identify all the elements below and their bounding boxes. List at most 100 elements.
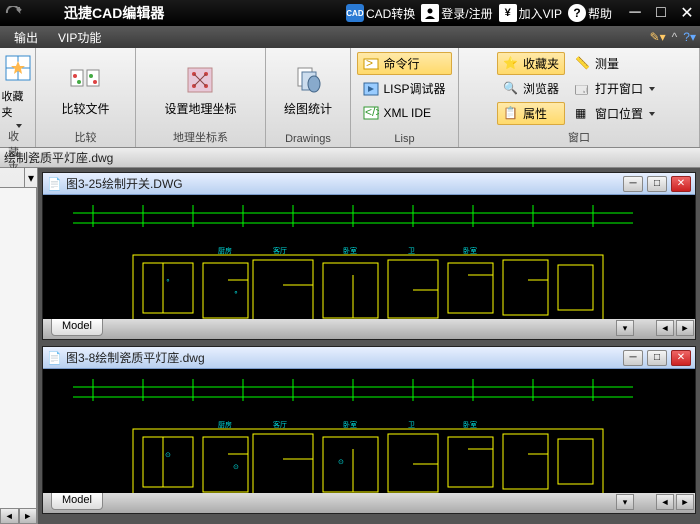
cad-canvas[interactable]: 厨房 客厅 卧室 卫 卧室 ⚬ ⚬ bbox=[43, 195, 695, 319]
doc-minimize-button[interactable]: ─ bbox=[623, 350, 643, 366]
svg-text:卫: 卫 bbox=[408, 247, 415, 255]
ribbon: 收藏夹 收藏夹 比较文件 比较 设置地理坐标 地理坐标系 绘图统计 Drawin… bbox=[0, 48, 700, 148]
doc-maximize-button[interactable]: □ bbox=[647, 350, 667, 366]
svg-text:⚬: ⚬ bbox=[233, 290, 239, 297]
content-area: ▾ ◄► 📄 图3-25绘制开关.DWG ─ □ ✕ bbox=[0, 168, 700, 524]
help-small-icon[interactable]: ?▾ bbox=[683, 30, 696, 44]
document-window: 📄 图3-8绘制瓷质平灯座.dwg ─ □ ✕ 厨房 客厅 卧室 卫 卧室 ⊙ ⊙ ⊙ bbox=[42, 346, 696, 514]
close-button[interactable]: ✕ bbox=[678, 4, 696, 22]
svg-text:厨房: 厨房 bbox=[218, 246, 232, 255]
edit-icon[interactable]: ✎▾ bbox=[650, 30, 666, 44]
vip-button[interactable]: ¥ 加入VIP bbox=[499, 4, 562, 22]
svg-text:⚬: ⚬ bbox=[165, 278, 171, 285]
layout-icon: ▦ bbox=[575, 106, 591, 122]
path-bar: 绘制瓷质平灯座.dwg bbox=[0, 148, 700, 168]
yen-icon: ¥ bbox=[499, 4, 517, 22]
lisp-debugger-button[interactable]: LISP调试器 bbox=[357, 77, 451, 100]
panel-right-arrow[interactable]: ► bbox=[19, 508, 38, 524]
title-bar: 迅捷CAD编辑器 CAD CAD转换 登录/注册 ¥ 加入VIP ? 帮助 ─ … bbox=[0, 0, 700, 26]
properties-icon: 📋 bbox=[503, 106, 519, 122]
panel-left-arrow[interactable]: ◄ bbox=[0, 508, 19, 524]
svg-text:卧室: 卧室 bbox=[343, 420, 357, 429]
doc-title: 图3-8绘制瓷质平灯座.dwg bbox=[66, 349, 619, 366]
drawings-icon bbox=[292, 64, 324, 96]
tab-vip[interactable]: VIP功能 bbox=[48, 27, 111, 48]
favorites-icon bbox=[2, 52, 34, 84]
svg-text:卫: 卫 bbox=[408, 421, 415, 429]
doc-maximize-button[interactable]: □ bbox=[647, 176, 667, 192]
geo-icon bbox=[184, 64, 216, 96]
browser-button[interactable]: 🔍浏览器 bbox=[497, 77, 565, 100]
svg-text:卧室: 卧室 bbox=[343, 246, 357, 255]
cmdline-button[interactable]: >_命令行 bbox=[357, 52, 451, 75]
open-window-button[interactable]: 🗔打开窗口 bbox=[569, 77, 661, 100]
dropdown-icon[interactable]: ▾ bbox=[25, 168, 37, 187]
current-file-path: 绘制瓷质平灯座.dwg bbox=[4, 149, 113, 166]
document-area: 📄 图3-25绘制开关.DWG ─ □ ✕ 厨房客厅卧室卫卧室⚬⚬ bbox=[38, 168, 700, 524]
doc-close-button[interactable]: ✕ bbox=[671, 176, 691, 192]
minimize-button[interactable]: ─ bbox=[626, 4, 644, 22]
svg-text:</>: </> bbox=[365, 105, 379, 119]
svg-text:客厅: 客厅 bbox=[273, 246, 287, 255]
doc-bottom-bar: Model ▾ ◄ ► bbox=[43, 493, 695, 513]
geo-button[interactable]: 设置地理坐标 bbox=[164, 52, 236, 128]
doc-close-button[interactable]: ✕ bbox=[671, 350, 691, 366]
redo-icon[interactable] bbox=[4, 3, 24, 23]
panel-scroll[interactable] bbox=[0, 188, 37, 508]
cad-convert-button[interactable]: CAD CAD转换 bbox=[346, 4, 415, 22]
left-panel: ▾ ◄► bbox=[0, 168, 38, 524]
favorites-big-button[interactable]: 收藏夹 bbox=[2, 52, 34, 128]
star-icon: ⭐ bbox=[503, 56, 519, 72]
drawings-button[interactable]: 绘图统计 bbox=[284, 52, 332, 128]
browser-icon: 🔍 bbox=[503, 81, 519, 97]
doc-bottom-bar: Model ▾ ◄ ► bbox=[43, 319, 695, 339]
properties-button[interactable]: 📋属性 bbox=[497, 102, 565, 125]
svg-text:⊙: ⊙ bbox=[233, 464, 239, 471]
doc-title: 图3-25绘制开关.DWG bbox=[66, 175, 619, 192]
chevron-up-icon[interactable]: ^ bbox=[672, 30, 678, 44]
ruler-icon: 📏 bbox=[575, 56, 591, 72]
maximize-button[interactable]: □ bbox=[652, 4, 670, 22]
measure-button[interactable]: 📏测量 bbox=[569, 52, 661, 75]
svg-text:客厅: 客厅 bbox=[273, 420, 287, 429]
model-tab[interactable]: Model bbox=[51, 318, 103, 336]
xml-icon: </> bbox=[363, 105, 379, 121]
scroll-left-button[interactable]: ◄ bbox=[656, 494, 674, 510]
scroll-right-button[interactable]: ► bbox=[676, 320, 694, 336]
scroll-down-button[interactable]: ▾ bbox=[616, 494, 634, 510]
group-label: 地理坐标系 bbox=[173, 129, 228, 145]
group-label: 比较 bbox=[75, 129, 97, 145]
user-icon bbox=[421, 4, 439, 22]
scroll-down-button[interactable]: ▾ bbox=[616, 320, 634, 336]
cmdline-icon: >_ bbox=[363, 56, 379, 72]
group-label: 窗口 bbox=[568, 129, 590, 145]
doc-titlebar[interactable]: 📄 图3-8绘制瓷质平灯座.dwg ─ □ ✕ bbox=[43, 347, 695, 369]
svg-text:>_: >_ bbox=[366, 56, 379, 70]
doc-titlebar[interactable]: 📄 图3-25绘制开关.DWG ─ □ ✕ bbox=[43, 173, 695, 195]
tab-bar: 输出 VIP功能 ✎▾ ^ ?▾ bbox=[0, 26, 700, 48]
win-favorites-button[interactable]: ⭐收藏夹 bbox=[497, 52, 565, 75]
compare-button[interactable]: 比较文件 bbox=[61, 52, 109, 128]
help-button[interactable]: ? 帮助 bbox=[568, 4, 612, 22]
doc-minimize-button[interactable]: ─ bbox=[623, 176, 643, 192]
doc-icon: 📄 bbox=[47, 351, 62, 365]
svg-text:卧室: 卧室 bbox=[463, 246, 477, 255]
svg-text:⊙: ⊙ bbox=[338, 459, 344, 466]
scroll-left-button[interactable]: ◄ bbox=[656, 320, 674, 336]
login-button[interactable]: 登录/注册 bbox=[421, 4, 492, 22]
compare-icon bbox=[69, 64, 101, 96]
svg-text:厨房: 厨房 bbox=[218, 420, 232, 429]
cad-canvas[interactable]: 厨房 客厅 卧室 卫 卧室 ⊙ ⊙ ⊙ bbox=[43, 369, 695, 493]
svg-text:卧室: 卧室 bbox=[463, 420, 477, 429]
document-window: 📄 图3-25绘制开关.DWG ─ □ ✕ 厨房 客厅 卧室 卫 卧室 ⚬ ⚬ bbox=[42, 172, 696, 340]
group-label: Drawings bbox=[285, 133, 331, 145]
svg-text:⊙: ⊙ bbox=[165, 452, 171, 459]
tab-output[interactable]: 输出 bbox=[4, 27, 48, 48]
group-label: Lisp bbox=[394, 133, 414, 145]
scroll-right-button[interactable]: ► bbox=[676, 494, 694, 510]
window-position-button[interactable]: ▦窗口位置 bbox=[569, 102, 661, 125]
xml-ide-button[interactable]: </>XML IDE bbox=[357, 102, 451, 124]
model-tab[interactable]: Model bbox=[51, 492, 103, 510]
cad-icon: CAD bbox=[346, 4, 364, 22]
help-icon: ? bbox=[568, 4, 586, 22]
